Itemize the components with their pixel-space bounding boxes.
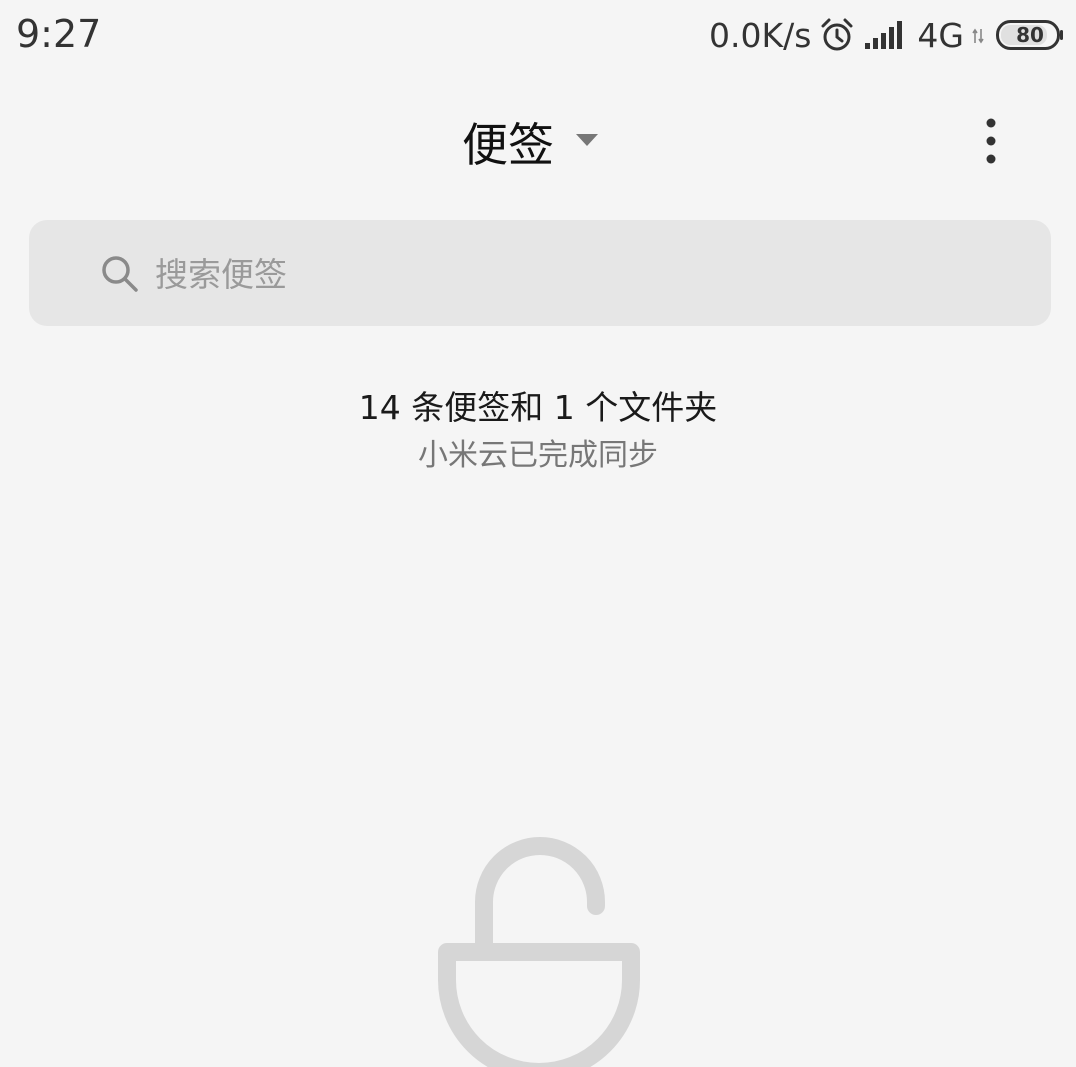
- battery-level: 80: [1016, 23, 1044, 47]
- page-title: 便签: [462, 118, 554, 172]
- notes-count-text: 14 条便签和 1 个文件夹: [358, 388, 718, 427]
- sync-status-text: 小米云已完成同步: [418, 438, 658, 473]
- status-time: 9:27: [16, 12, 102, 56]
- network-speed: 0.0K/s: [708, 15, 812, 55]
- more-options-button[interactable]: [970, 115, 1012, 171]
- caret-down-icon: [574, 132, 600, 152]
- cell-signal-icon: [863, 19, 907, 51]
- network-type: 4G: [917, 15, 964, 55]
- battery-icon: 80: [996, 20, 1064, 50]
- notes-summary: 14 条便签和 1 个文件夹 小米云已完成同步: [0, 386, 1076, 478]
- more-vertical-icon: [985, 117, 997, 169]
- notes-home-screen: 9:27 0.0K/s 4G 80 便签 搜索便签 14 条便签和 1 个文件夹…: [0, 0, 1076, 1067]
- data-arrows-icon: [972, 25, 984, 45]
- unlocked-padlock-icon: [420, 830, 660, 1067]
- search-icon: [99, 253, 139, 293]
- title-bar: 便签: [0, 95, 1076, 190]
- search-bar[interactable]: [29, 220, 1051, 326]
- folder-selector[interactable]: 便签: [462, 109, 600, 175]
- status-indicators: 0.0K/s 4G 80: [709, 12, 1064, 58]
- status-bar: 9:27 0.0K/s 4G 80: [0, 0, 1076, 70]
- alarm-clock-icon: [819, 17, 855, 53]
- search-input[interactable]: [153, 244, 1017, 304]
